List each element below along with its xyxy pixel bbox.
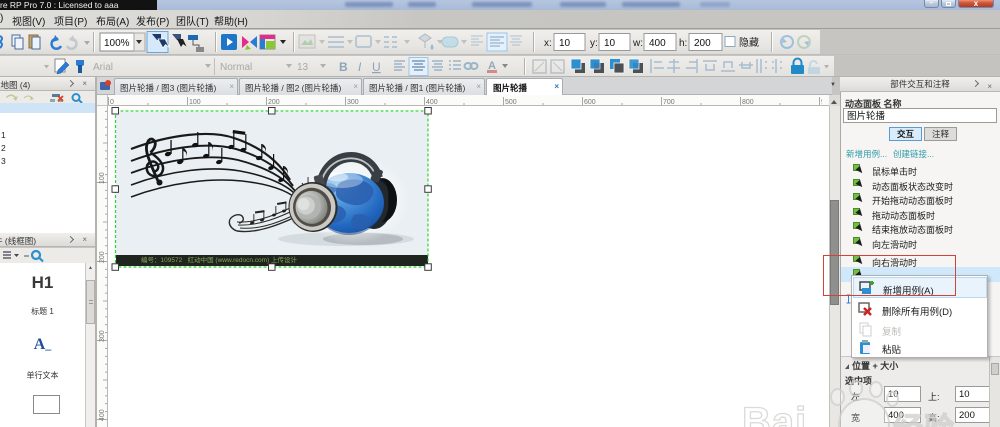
svg-text:100: 100 bbox=[99, 172, 106, 184]
svg-text:B: B bbox=[339, 60, 348, 74]
svg-text:Arial: Arial bbox=[93, 62, 113, 73]
svg-text:13: 13 bbox=[297, 62, 309, 73]
svg-text:900: 900 bbox=[821, 99, 822, 106]
svg-text:400: 400 bbox=[649, 38, 666, 49]
svg-text:I: I bbox=[358, 60, 362, 74]
svg-text:400: 400 bbox=[99, 409, 106, 421]
svg-text:100%: 100% bbox=[104, 38, 130, 49]
svg-text:U: U bbox=[372, 60, 381, 74]
svg-text:700: 700 bbox=[663, 99, 675, 106]
svg-text:Normal: Normal bbox=[220, 62, 252, 73]
svg-text:h:: h: bbox=[679, 38, 687, 49]
svg-text:500: 500 bbox=[505, 99, 517, 106]
svg-text:200: 200 bbox=[99, 251, 106, 263]
svg-text:隐藏: 隐藏 bbox=[739, 37, 759, 49]
svg-text:y:: y: bbox=[590, 38, 598, 49]
svg-text:w:: w: bbox=[632, 38, 643, 49]
svg-text:10: 10 bbox=[604, 38, 616, 49]
svg-text:600: 600 bbox=[584, 99, 596, 106]
svg-text:x:: x: bbox=[544, 38, 552, 49]
svg-text:10: 10 bbox=[559, 38, 571, 49]
svg-text:800: 800 bbox=[742, 99, 754, 106]
svg-text:300: 300 bbox=[99, 330, 106, 342]
svg-text:200: 200 bbox=[694, 38, 711, 49]
